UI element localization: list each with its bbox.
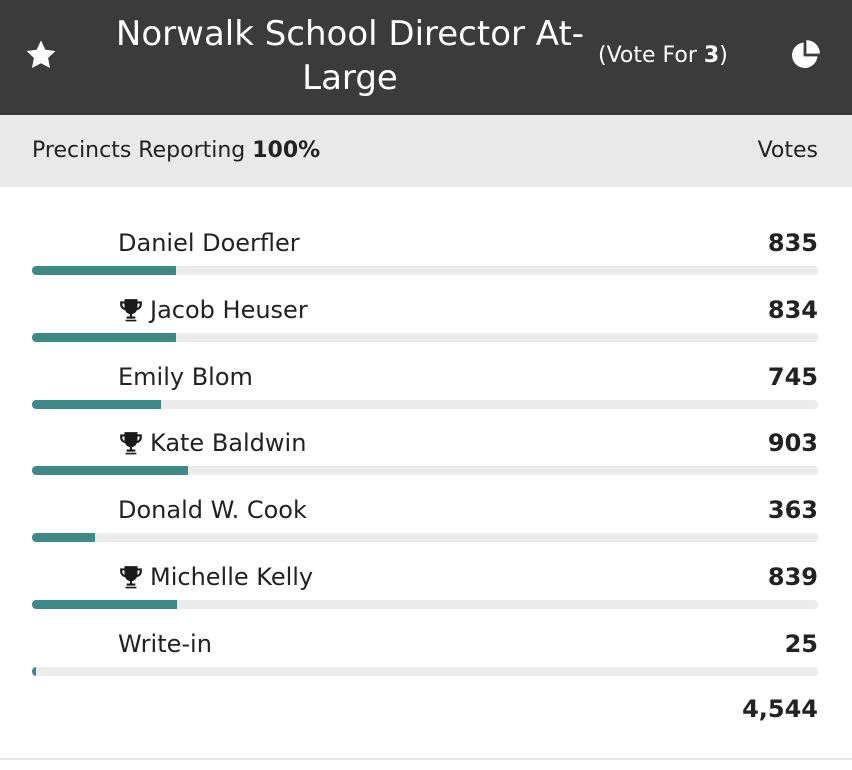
vote-share-fill: [32, 333, 176, 342]
candidate-name: Jacob Heuser: [118, 295, 308, 325]
vote-share-bar: [32, 466, 818, 475]
vote-share-fill: [32, 266, 176, 275]
trophy-icon: [118, 564, 144, 590]
candidate-name: Donald W. Cook: [118, 495, 307, 525]
candidate-name-text: Write-in: [118, 630, 212, 658]
vote-share-fill: [32, 667, 36, 676]
vote-share-fill: [32, 600, 177, 609]
candidate-name-text: Emily Blom: [118, 363, 253, 391]
vote-share-bar: [32, 667, 818, 676]
divider: [0, 758, 852, 760]
candidate-votes: 25: [784, 630, 818, 658]
candidate-name-text: Donald W. Cook: [118, 496, 307, 524]
candidate-name: Michelle Kelly: [118, 562, 313, 592]
candidate-name-text: Jacob Heuser: [150, 296, 308, 324]
vote-share-bar: [32, 600, 818, 609]
pie-chart-icon[interactable]: [788, 38, 822, 72]
total-votes: 4,544: [742, 695, 818, 723]
candidate-row: Write-in 25: [0, 629, 852, 695]
vote-for-count: 3: [703, 43, 720, 68]
vote-share-fill: [32, 400, 161, 409]
candidate-votes: 903: [767, 429, 818, 457]
candidate-name-text: Kate Baldwin: [150, 429, 307, 457]
candidate-name: Write-in: [118, 629, 212, 659]
precincts-value: 100%: [252, 138, 321, 163]
candidate-row: Donald W. Cook 363: [0, 495, 852, 561]
contest-header: Norwalk School Director At-Large (Vote F…: [0, 0, 852, 115]
vote-share-bar: [32, 266, 818, 275]
candidate-row: Michelle Kelly 839: [0, 562, 852, 628]
candidate-name-text: Michelle Kelly: [150, 563, 314, 591]
trophy-icon: [118, 430, 144, 456]
candidate-name-text: Daniel Doerfler: [118, 229, 300, 257]
candidate-votes: 834: [767, 296, 818, 324]
star-icon[interactable]: [24, 38, 58, 72]
candidate-row: Kate Baldwin 903: [0, 428, 852, 494]
vote-share-bar: [32, 400, 818, 409]
candidate-name: Kate Baldwin: [118, 428, 306, 458]
votes-column-header: Votes: [757, 138, 818, 163]
candidate-name: Daniel Doerfler: [118, 228, 300, 258]
vote-share-fill: [32, 533, 95, 542]
precincts-bar: Precincts Reporting 100% Votes: [0, 115, 852, 187]
candidate-row: Daniel Doerfler 835: [0, 228, 852, 294]
contest-card: Norwalk School Director At-Large (Vote F…: [0, 0, 852, 770]
candidate-votes: 839: [767, 563, 818, 591]
vote-share-bar: [32, 333, 818, 342]
trophy-icon: [118, 297, 144, 323]
candidate-row: Jacob Heuser 834: [0, 295, 852, 361]
candidate-votes: 363: [767, 496, 818, 524]
candidate-votes: 745: [767, 363, 818, 391]
vote-for-label: (Vote For 3): [598, 43, 728, 68]
vote-share-bar: [32, 533, 818, 542]
candidate-row: Emily Blom 745: [0, 362, 852, 428]
contest-title: Norwalk School Director At-Large: [115, 14, 585, 98]
vote-share-fill: [32, 466, 188, 475]
candidate-votes: 835: [767, 229, 818, 257]
precincts-reporting: Precincts Reporting 100%: [32, 138, 321, 163]
candidate-name: Emily Blom: [118, 362, 253, 392]
